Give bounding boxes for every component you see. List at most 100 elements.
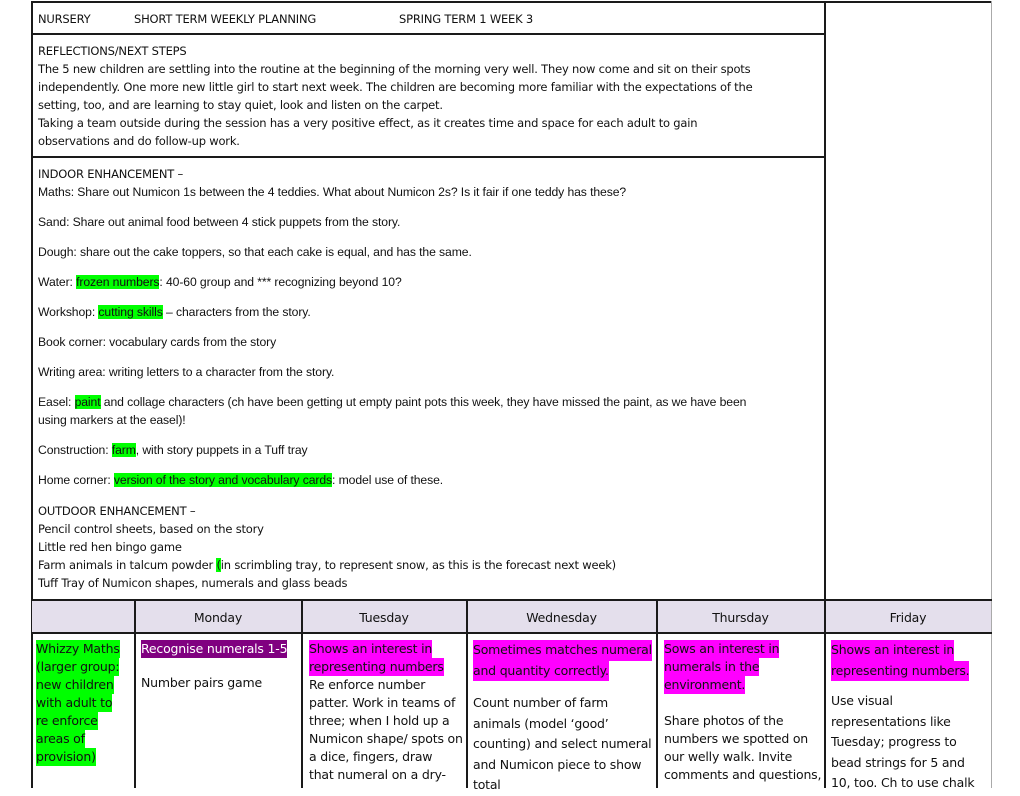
document-title: SHORT TERM WEEKLY PLANNING bbox=[134, 12, 317, 26]
reflections-section: REFLECTIONS/NEXT STEPS The 5 new childre… bbox=[38, 42, 824, 150]
indoor-maths: Maths: Share out Numicon 1s between the … bbox=[38, 185, 627, 199]
friday-activity-line: Use visual bbox=[831, 693, 893, 708]
tuesday-activity-line: Numicon shape/ spots on bbox=[309, 731, 463, 746]
group-line: new children bbox=[36, 676, 114, 694]
indoor-heading: INDOOR ENHANCEMENT – bbox=[38, 167, 184, 181]
water-highlight: frozen numbers bbox=[76, 275, 160, 289]
thursday-objective-line: Sows an interest in bbox=[664, 640, 780, 658]
workshop-highlight: cutting skills bbox=[98, 305, 163, 319]
indoor-section: INDOOR ENHANCEMENT – Maths: Share out Nu… bbox=[38, 165, 824, 489]
monday-activity: Number pairs game bbox=[141, 675, 262, 690]
wednesday-activity-line: counting) and select numeral bbox=[473, 736, 652, 751]
outdoor-section: OUTDOOR ENHANCEMENT – Pencil control she… bbox=[38, 502, 824, 592]
home-corner-prefix: Home corner: bbox=[38, 473, 114, 487]
group-line: re enforce bbox=[36, 712, 98, 730]
outdoor-item: Tuff Tray of Numicon shapes, numerals an… bbox=[38, 576, 348, 590]
day-header-bottom bbox=[31, 632, 992, 634]
thursday-activity-line: numbers we spotted on bbox=[664, 731, 809, 746]
indoor-construction: Construction: farm, with story puppets i… bbox=[38, 441, 824, 459]
day-header-thursday: Thursday bbox=[712, 610, 769, 625]
friday-objective-line: representing numbers. bbox=[831, 660, 970, 681]
reflections-heading: REFLECTIONS/NEXT STEPS bbox=[38, 44, 187, 58]
easel-prefix: Easel: bbox=[38, 395, 75, 409]
day-header-friday: Friday bbox=[889, 610, 927, 625]
outdoor-item: Farm animals in talcum powder (in scrimb… bbox=[38, 556, 824, 574]
monday-cell: Recognise numerals 1-5 Number pairs game bbox=[141, 640, 299, 692]
document-header: NURSERY SHORT TERM WEEKLY PLANNING SPRIN… bbox=[38, 10, 818, 28]
group-line: with adult to bbox=[36, 694, 113, 712]
construction-highlight: farm bbox=[111, 443, 136, 457]
construction-suffix: , with story puppets in a Tuff tray bbox=[135, 443, 308, 457]
reflections-line: independently. One more new little girl … bbox=[38, 80, 753, 94]
tuesday-activity-line: three; when I hold up a bbox=[309, 713, 450, 728]
reflections-divider bbox=[31, 156, 826, 158]
workshop-prefix: Workshop: bbox=[38, 305, 99, 319]
wednesday-objective-line: Sometimes matches numeral bbox=[473, 640, 652, 661]
thursday-activity-line: our welly walk. Invite bbox=[664, 749, 793, 764]
tuesday-activity-line: Re enforce number bbox=[309, 677, 426, 692]
easel-highlight: paint bbox=[74, 395, 101, 409]
outdoor-item: Little red hen bingo game bbox=[38, 540, 182, 554]
indoor-home-corner: Home corner: version of the story and vo… bbox=[38, 471, 824, 489]
indoor-easel: Easel: paint and collage characters (ch … bbox=[38, 393, 824, 411]
friday-objective-line: Shows an interest in bbox=[831, 640, 954, 661]
tuesday-activity-line: that numeral on a dry- bbox=[309, 767, 446, 782]
water-suffix: : 40-60 group and *** recognizing beyond… bbox=[159, 275, 402, 289]
indoor-easel-line2: using markers at the easel)! bbox=[38, 413, 186, 427]
wednesday-activity-line: Count number of farm bbox=[473, 695, 609, 710]
outdoor-farm-suffix: in scrimbling tray, to represent snow, a… bbox=[220, 558, 616, 572]
tuesday-cell: Shows an interest in representing number… bbox=[309, 640, 465, 784]
group-line: areas of bbox=[36, 730, 85, 748]
home-corner-highlight: version of the story and vocabulary card… bbox=[113, 473, 333, 487]
tuesday-activity-line: patter. Work in teams of bbox=[309, 695, 456, 710]
outer-right-border bbox=[991, 1, 992, 788]
thursday-objective-line: environment. bbox=[664, 676, 746, 694]
group-cell: Whizzy Maths (larger group: new children… bbox=[36, 640, 132, 766]
construction-prefix: Construction: bbox=[38, 443, 112, 457]
friday-activity-line: bead strings for 5 and bbox=[831, 754, 965, 770]
tuesday-activity-line: a dice, fingers, draw bbox=[309, 749, 433, 764]
friday-activity-line: 10, too. Ch to use chalk bbox=[831, 775, 975, 790]
friday-cell: Shows an interest in representing number… bbox=[831, 640, 989, 794]
outdoor-heading: OUTDOOR ENHANCEMENT – bbox=[38, 504, 196, 518]
indoor-sand: Sand: Share out animal food between 4 st… bbox=[38, 215, 401, 229]
group-line: (larger group: bbox=[36, 658, 120, 676]
outdoor-farm-prefix: Farm animals in talcum powder bbox=[38, 558, 217, 572]
friday-activity-line: Tuesday; progress to bbox=[831, 734, 957, 749]
term-label: SPRING TERM 1 WEEK 3 bbox=[399, 12, 534, 26]
friday-activity-line: representations like bbox=[831, 713, 951, 729]
easel-suffix: and collage characters (ch have been get… bbox=[100, 395, 747, 409]
tuesday-objective-line: representing numbers bbox=[309, 658, 444, 676]
water-prefix: Water: bbox=[38, 275, 77, 289]
indoor-water: Water: frozen numbers: 40-60 group and *… bbox=[38, 273, 824, 291]
wednesday-cell: Sometimes matches numeral and quantity c… bbox=[473, 640, 655, 796]
indoor-dough: Dough: share out the cake toppers, so th… bbox=[38, 245, 472, 259]
tuesday-objective-line: Shows an interest in bbox=[309, 640, 433, 658]
table-border-top bbox=[31, 1, 992, 3]
monday-objective: Recognise numerals 1-5 bbox=[141, 640, 288, 658]
reflections-line: Taking a team outside during the session… bbox=[38, 116, 698, 130]
wednesday-activity-line: and Numicon piece to show bbox=[473, 756, 642, 772]
thursday-activity-line: comments and questions, bbox=[664, 767, 822, 782]
wednesday-objective-line: and quantity correctly. bbox=[473, 660, 609, 681]
thursday-activity-line: Share photos of the bbox=[664, 713, 784, 728]
header-divider bbox=[31, 33, 826, 35]
group-line: Whizzy Maths bbox=[36, 640, 120, 658]
wednesday-activity-line: animals (model ‘good’ bbox=[473, 715, 609, 731]
workshop-suffix: – characters from the story. bbox=[162, 305, 311, 319]
thursday-objective-line: numerals in the bbox=[664, 658, 760, 676]
home-corner-suffix: : model use of these. bbox=[332, 473, 444, 487]
main-right-border bbox=[824, 1, 826, 633]
thursday-cell: Sows an interest in numerals in the envi… bbox=[664, 640, 822, 784]
wednesday-activity-line: total bbox=[473, 777, 501, 792]
outdoor-item: Pencil control sheets, based on the stor… bbox=[38, 522, 264, 536]
day-header-monday: Monday bbox=[193, 610, 243, 625]
reflections-line: setting, too, and are learning to stay q… bbox=[38, 98, 443, 112]
reflections-line: The 5 new children are settling into the… bbox=[38, 62, 751, 76]
indoor-writing-area: Writing area: writing letters to a chara… bbox=[38, 365, 335, 379]
day-header-wednesday: Wednesday bbox=[526, 610, 597, 625]
reflections-line: observations and do follow-up work. bbox=[38, 134, 240, 148]
nursery-label: NURSERY bbox=[38, 12, 91, 26]
day-header-tuesday: Tuesday bbox=[359, 610, 409, 625]
indoor-workshop: Workshop: cutting skills – characters fr… bbox=[38, 303, 824, 321]
